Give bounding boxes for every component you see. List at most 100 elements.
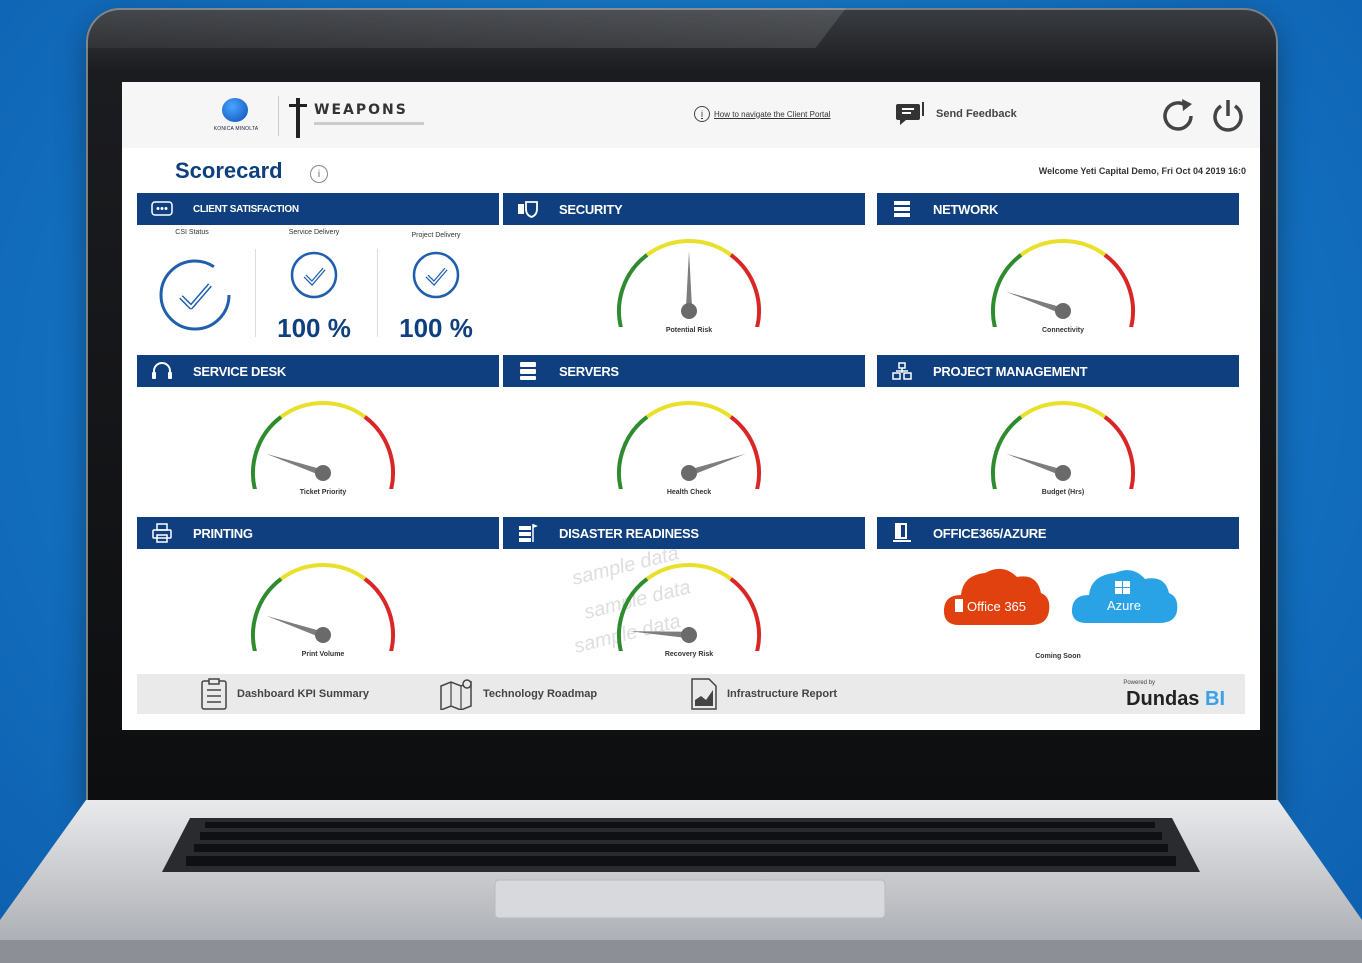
gauge-connectivity: Connectivity (983, 231, 1143, 341)
headset-icon (151, 362, 173, 380)
panel-header: CLIENT SATISFACTION (137, 193, 499, 225)
server-flag-icon (517, 524, 539, 542)
title-row: Scorecard i Welcome Yeti Capital Demo, F… (122, 148, 1260, 192)
gauge-hub (681, 303, 697, 319)
gauge-label: Ticket Priority (299, 489, 347, 496)
gauge-arc-segment (729, 253, 761, 334)
office-icon (891, 523, 913, 542)
footer-link-label[interactable]: Infrastructure Report (727, 688, 837, 700)
panel-disaster-readiness[interactable]: DISASTER READINESS sample data sample da… (503, 517, 865, 675)
project-delivery-widget: Project Delivery 100 % (377, 229, 495, 347)
dundas-brand: Dundas BI (1126, 688, 1225, 710)
lid-reflection (86, 8, 846, 48)
panel-servers[interactable]: SERVERS Health Check (503, 355, 865, 513)
gauge-arc-segment (617, 253, 649, 334)
panel-client-satisfaction: CLIENT SATISFACTION CSI Status Service D… (137, 193, 499, 351)
gauge-hub (681, 627, 697, 643)
gauge-arc-segment (279, 563, 367, 581)
footer-link-label[interactable]: Dashboard KPI Summary (237, 688, 369, 700)
service-delivery-value: 100 % (277, 313, 351, 343)
gauge-label: Print Volume (301, 651, 345, 658)
checkmark-circle-icon (412, 251, 460, 299)
gauge-hub (315, 465, 331, 481)
panel-header: SERVERS (503, 355, 865, 387)
gauge-arc-segment (1103, 415, 1135, 496)
info-icon[interactable]: i (310, 165, 328, 183)
app-header: KONICA MINOLTA WEAPONS i How to navigate… (122, 82, 1260, 148)
server-stack-icon (891, 200, 913, 218)
database-icon (517, 362, 539, 380)
gauge-arc-segment (991, 415, 1023, 496)
csi-status-label: CSI Status (175, 229, 209, 236)
gauge-needle (629, 631, 690, 639)
report-chart-icon (691, 678, 717, 710)
panel-office365-azure[interactable]: OFFICE365/AZURE Office 365 Azure Coming … (877, 517, 1239, 675)
service-delivery-widget: Service Delivery 100 % (255, 229, 373, 347)
csi-status-widget: CSI Status (137, 229, 255, 347)
chat-bubble-icon (151, 200, 173, 218)
gauge-arc-segment (1103, 253, 1135, 334)
weapons-cross-icon (289, 98, 307, 138)
gauge-label: Budget (Hrs) (1041, 489, 1085, 496)
gauge-arc-segment (645, 563, 733, 581)
panel-title: CLIENT SATISFACTION (193, 203, 299, 215)
send-feedback-button[interactable]: Send Feedback (894, 102, 1017, 126)
weapons-logo: WEAPONS (282, 96, 432, 140)
gauge-print-volume: Print Volume (243, 555, 403, 665)
send-feedback-label: Send Feedback (936, 108, 1017, 120)
azure-label: Azure (1107, 598, 1141, 613)
panel-project-management[interactable]: PROJECT MANAGEMENT Budget (Hrs) (877, 355, 1239, 513)
project-delivery-value: 100 % (399, 313, 473, 343)
gauge-hub (1055, 465, 1071, 481)
azure-cloud-icon: Azure (1071, 570, 1178, 623)
gauge-arc-segment (645, 401, 733, 419)
panel-title: DISASTER READINESS (559, 525, 699, 541)
panel-network[interactable]: NETWORK Connectivity (877, 193, 1239, 351)
konica-minolta-logo: KONICA MINOLTA (204, 98, 268, 138)
gauge-needle (685, 251, 693, 311)
power-icon[interactable] (1208, 96, 1248, 136)
laptop-base (0, 800, 1362, 963)
gauge-hub (681, 465, 697, 481)
footer-link-infrastructure-report[interactable]: Infrastructure Report (689, 678, 837, 710)
gauge-health-check: Health Check (609, 393, 769, 503)
gauge-hub (315, 627, 331, 643)
help-link[interactable]: i How to navigate the Client Portal (694, 106, 831, 122)
map-icon (440, 679, 472, 710)
footer-bar: Dashboard KPI Summary Technology Roadmap… (137, 674, 1245, 714)
service-delivery-label: Service Delivery (288, 229, 340, 236)
help-link-label[interactable]: How to navigate the Client Portal (714, 110, 831, 119)
gauge-label: Health Check (666, 489, 712, 496)
page-title: Scorecard (175, 158, 283, 183)
gauge-arc-segment (363, 415, 395, 496)
gauge-ticket-priority: Ticket Priority (243, 393, 403, 503)
panel-title: SERVICE DESK (193, 363, 286, 379)
gauge-label: Recovery Risk (664, 651, 714, 658)
printer-icon (151, 523, 173, 543)
chat-icon (896, 102, 924, 125)
project-delivery-label: Project Delivery (411, 232, 461, 239)
footer-link-kpi-summary[interactable]: Dashboard KPI Summary (199, 678, 369, 710)
gauge-arc-segment (991, 253, 1023, 334)
gauge-recovery-risk: Recovery Risk (609, 555, 769, 665)
screen: KONICA MINOLTA WEAPONS i How to navigate… (122, 82, 1260, 730)
gauge-arc-segment (617, 415, 649, 496)
refresh-icon[interactable] (1158, 96, 1198, 136)
panel-title: PROJECT MANAGEMENT (933, 363, 1088, 379)
checkmark-circle-icon (159, 259, 231, 331)
office365-cloud-icon: Office 365 (943, 568, 1050, 625)
gauge-potential-risk: Potential Risk (609, 231, 769, 341)
gauge-label: Connectivity (1041, 327, 1084, 334)
panel-header: NETWORK (877, 193, 1239, 225)
gauge-arc-segment (1019, 239, 1107, 257)
footer-link-label[interactable]: Technology Roadmap (483, 688, 597, 700)
gauge-arc-segment (1019, 401, 1107, 419)
panel-security[interactable]: SECURITY Potential Risk (503, 193, 865, 351)
panel-printing[interactable]: PRINTING Print Volume (137, 517, 499, 675)
panel-title: SERVERS (559, 363, 619, 379)
footer-link-technology-roadmap[interactable]: Technology Roadmap (439, 678, 597, 710)
powered-by-label: Powered by (1123, 680, 1155, 686)
panel-service-desk[interactable]: SERVICE DESK Ticket Priority (137, 355, 499, 513)
gauge-arc-segment (251, 577, 283, 658)
gauge-arc-segment (617, 577, 649, 658)
